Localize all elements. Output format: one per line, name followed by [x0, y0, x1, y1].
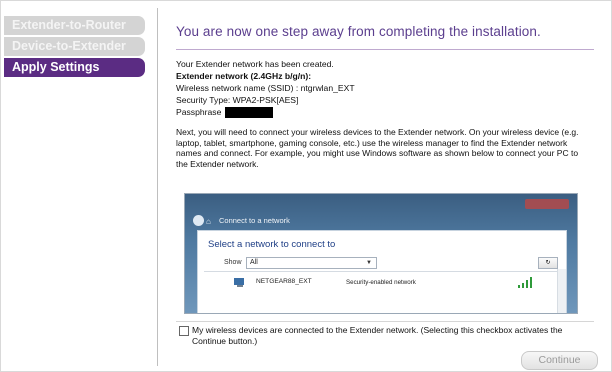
example-scrollbar: [557, 269, 566, 313]
network-info: Your Extender network has been created. …: [176, 58, 596, 119]
signal-strength-icon: [518, 277, 534, 288]
step-device-to-extender[interactable]: Device-to-Extender: [4, 37, 145, 56]
checkbox-label[interactable]: My wireless devices are connected to the…: [179, 325, 595, 346]
example-divider: [204, 271, 560, 272]
step-apply-settings[interactable]: Apply Settings: [4, 58, 145, 77]
example-show-value: All: [250, 259, 258, 266]
example-security: Security-enabled network: [346, 279, 416, 286]
example-ssid: NETGEAR88_EXT: [256, 278, 312, 285]
sidebar-divider: [157, 8, 158, 366]
windows-network-example-image: ⌂ Connect to a network Select a network …: [184, 193, 578, 314]
example-titlebar: ⌂ Connect to a network: [185, 194, 577, 228]
ssid-line: Wireless network name (SSID) : ntgrwlan_…: [176, 83, 355, 93]
progress-sidebar: Extender-to-Router Device-to-Extender Ap…: [4, 16, 145, 79]
title-divider: [176, 49, 594, 50]
passphrase-redaction: [225, 107, 274, 119]
example-show-select: All ▼: [246, 257, 377, 269]
page-title: You are now one step away from completin…: [176, 24, 541, 39]
main-content: You are now one step away from completin…: [176, 10, 596, 169]
window-controls-icon: [525, 199, 569, 209]
back-arrow-icon: [193, 215, 204, 226]
refresh-icon: ↻: [538, 257, 558, 269]
confirmation-row: My wireless devices are connected to the…: [179, 325, 595, 346]
example-heading: Select a network to connect to: [208, 239, 336, 250]
chevron-down-icon: ▼: [366, 260, 372, 266]
network-icon: ⌂: [206, 217, 211, 226]
band-line: Extender network (2.4GHz b/g/n):: [176, 71, 312, 81]
footer-divider: [176, 321, 594, 322]
instructions-text: Next, you will need to connect your wire…: [176, 127, 579, 169]
passphrase-line: Passphrase: [176, 106, 596, 119]
continue-button[interactable]: Continue: [521, 351, 598, 370]
step-extender-to-router[interactable]: Extender-to-Router: [4, 16, 145, 35]
devices-connected-checkbox[interactable]: [179, 326, 189, 336]
example-show-label: Show: [224, 259, 242, 266]
created-line: Your Extender network has been created.: [176, 59, 334, 69]
example-window-title: Connect to a network: [219, 216, 290, 225]
example-panel: Select a network to connect to Show All …: [197, 230, 567, 313]
passphrase-label: Passphrase: [176, 107, 222, 117]
computer-icon: [234, 278, 246, 288]
security-line: Security Type: WPA2-PSK[AES]: [176, 95, 299, 105]
